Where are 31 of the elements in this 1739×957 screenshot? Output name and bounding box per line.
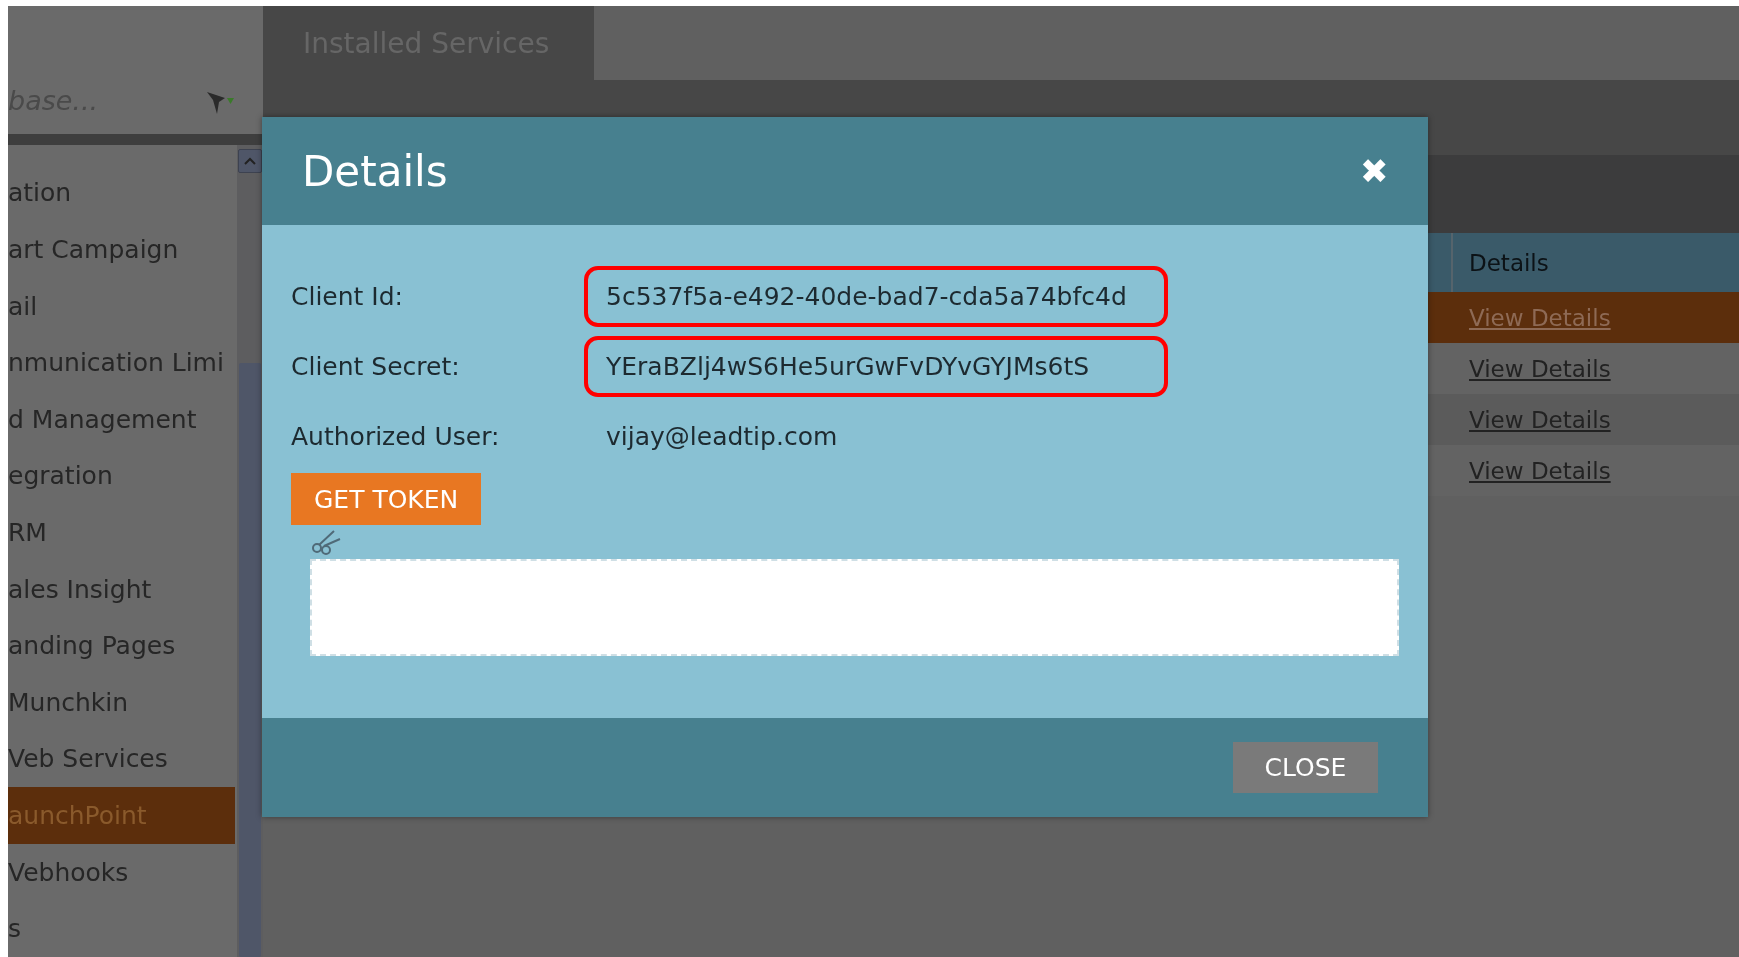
view-details-link[interactable]: View Details (1451, 292, 1739, 343)
token-output-field[interactable] (310, 559, 1399, 656)
sidebar-item[interactable]: egration (8, 447, 235, 505)
field-label: Client Id: (291, 281, 404, 311)
sidebar-item[interactable]: s (8, 900, 235, 957)
scissors-icon (310, 527, 342, 555)
sidebar-item[interactable]: Munchkin (8, 674, 235, 731)
view-details-link[interactable]: View Details (1451, 445, 1739, 496)
dialog-title: Details (302, 146, 448, 196)
view-details-link[interactable]: View Details (1451, 394, 1739, 445)
sidebar-item[interactable]: art Campaign (8, 221, 235, 278)
view-details-link[interactable]: View Details (1451, 343, 1739, 394)
close-button[interactable]: CLOSE (1233, 742, 1378, 793)
field-label: Client Secret: (291, 351, 461, 381)
sidebar-item[interactable]: ales Insight (8, 560, 235, 618)
sidebar-item[interactable]: Vebhooks (8, 843, 235, 901)
sidebar-item[interactable]: RM (8, 504, 235, 561)
sidebar-item[interactable]: ation (8, 164, 235, 222)
scroll-up-button[interactable] (238, 148, 262, 173)
get-token-button[interactable]: GET TOKEN (291, 473, 482, 525)
sidebar-item[interactable]: nmunication Limi (8, 334, 235, 392)
field-value: 5c537f5a-e492-40de-bad7-cda5a74bfc4d (584, 265, 1168, 327)
field-value: YEraBZlj4wS6He5urGwFvDYvGYJMs6tS (584, 335, 1168, 397)
sidebar-item[interactable]: ail (8, 277, 235, 335)
caret-up-icon (243, 155, 257, 166)
field-label: Authorized User: (291, 421, 501, 451)
field-value: vijay@leadtip.com (605, 420, 839, 453)
sidebar-item[interactable]: Veb Services (8, 730, 235, 788)
sidebar-item[interactable]: d Management (8, 391, 235, 448)
close-button[interactable]: ✖ (1360, 151, 1388, 191)
sidebar-item[interactable]: anding Pages (8, 617, 235, 675)
